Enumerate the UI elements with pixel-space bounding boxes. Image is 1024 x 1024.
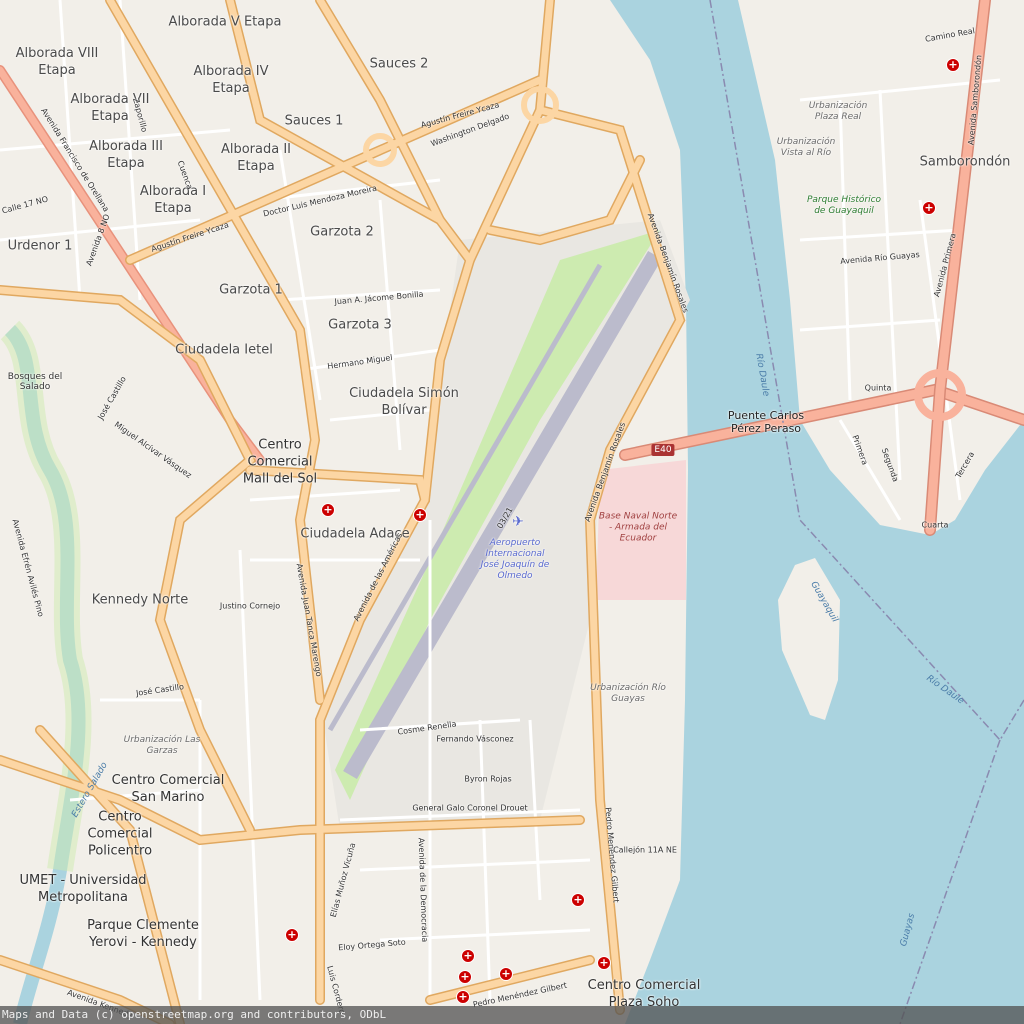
hospital-icon[interactable]: + [499,967,513,981]
hospital-icon[interactable]: + [456,990,470,1004]
hospital-icon[interactable]: + [458,970,472,984]
estero-salado-banks [0,320,92,872]
hospital-icon[interactable]: + [413,508,427,522]
hospital-icon[interactable]: + [922,201,936,215]
hospital-icon[interactable]: + [597,956,611,970]
hospital-icon[interactable]: + [946,58,960,72]
route-shield-e40: E40 [651,444,675,456]
hospital-icon[interactable]: + [285,928,299,942]
hospital-icon[interactable]: + [321,503,335,517]
hospital-icon[interactable]: + [461,949,475,963]
hospital-icon[interactable]: + [571,893,585,907]
naval-base [596,460,686,600]
attribution: Maps and Data (c) openstreetmap.org and … [0,1006,1024,1024]
map-canvas[interactable] [0,0,1024,1024]
